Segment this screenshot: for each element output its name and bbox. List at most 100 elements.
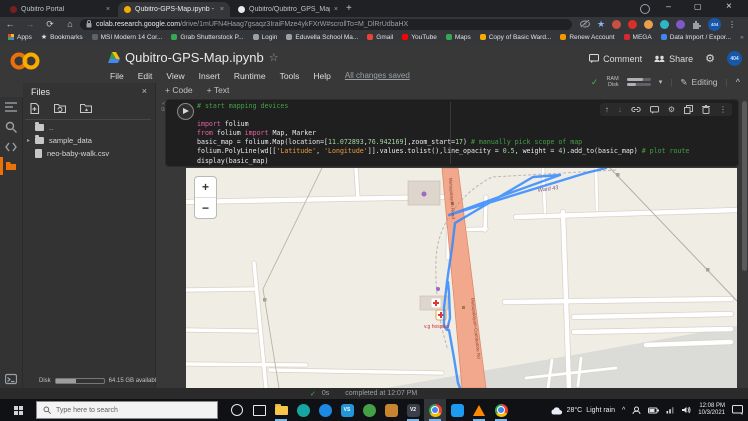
bookmark-star-icon[interactable]: ★ bbox=[597, 19, 605, 30]
hospital-marker[interactable] bbox=[430, 297, 442, 309]
extension-icon[interactable] bbox=[612, 19, 622, 29]
extension-icon[interactable] bbox=[644, 19, 654, 29]
taskbar-app-vscode[interactable]: VS bbox=[336, 399, 358, 421]
new-tab-button[interactable]: + bbox=[346, 3, 352, 14]
link-icon[interactable] bbox=[631, 106, 641, 114]
bookmark-item[interactable]: Gmail bbox=[367, 34, 393, 41]
cell-more-menu-icon[interactable]: ⋮ bbox=[719, 105, 727, 114]
colab-profile-avatar[interactable]: 404 bbox=[727, 51, 742, 66]
tab-qubitro-portal[interactable]: Qubitro Portal × bbox=[4, 2, 116, 17]
volume-tray-icon[interactable] bbox=[682, 406, 691, 414]
editing-mode-button[interactable]: ✎ Editing bbox=[680, 77, 717, 88]
menu-tools[interactable]: Tools bbox=[280, 71, 300, 81]
network-tray-icon[interactable] bbox=[666, 406, 675, 414]
collapse-header-icon[interactable]: ^ bbox=[736, 77, 740, 87]
cell-settings-gear-icon[interactable]: ⚙ bbox=[668, 105, 675, 114]
taskbar-app-twitter[interactable] bbox=[446, 399, 468, 421]
taskbar-app-blue-sphere-app[interactable] bbox=[314, 399, 336, 421]
taskbar-search-input[interactable]: Type here to search bbox=[36, 401, 218, 419]
refresh-folder-icon[interactable] bbox=[54, 103, 66, 114]
star-notebook-icon[interactable]: ☆ bbox=[269, 51, 279, 64]
task-view-button[interactable] bbox=[248, 399, 270, 421]
expand-arrow-icon[interactable]: ▸ bbox=[27, 137, 30, 144]
taskbar-app-v2-app[interactable]: V2 bbox=[402, 399, 424, 421]
extension-icon[interactable] bbox=[628, 19, 638, 29]
back-icon[interactable]: ← bbox=[0, 19, 20, 29]
move-cell-up-icon[interactable]: ↑ bbox=[605, 105, 609, 114]
add-text-button[interactable]: + Text bbox=[207, 85, 230, 95]
bookmark-item[interactable]: Grab Shutterstock P... bbox=[171, 34, 244, 41]
all-changes-saved-link[interactable]: All changes saved bbox=[345, 71, 410, 81]
resources-dropdown-icon[interactable]: ▾ bbox=[659, 78, 663, 86]
hidden-eye-icon[interactable] bbox=[580, 20, 590, 28]
reload-icon[interactable]: ⟳ bbox=[40, 19, 60, 30]
menu-help[interactable]: Help bbox=[313, 71, 330, 81]
tray-expand-chevron[interactable]: ^ bbox=[622, 407, 625, 414]
bookmark-item[interactable]: Apps bbox=[8, 34, 32, 41]
window-close-button[interactable]: × bbox=[726, 1, 732, 12]
start-button[interactable] bbox=[0, 399, 36, 421]
bookmark-item[interactable]: Data Import / Expor... bbox=[660, 34, 731, 41]
menu-edit[interactable]: Edit bbox=[138, 71, 153, 81]
menu-insert[interactable]: Insert bbox=[199, 71, 220, 81]
folium-map[interactable]: Ward 43 Mettupalayam Road Mettupalayam-C… bbox=[186, 168, 737, 388]
zoom-in-button[interactable]: + bbox=[195, 177, 216, 198]
tab-github-notebook[interactable]: Qubitro/Qubitro_GPS_Map.ipynb × bbox=[232, 2, 344, 17]
browser-menu-icon[interactable]: ⋮ bbox=[728, 20, 736, 29]
zoom-out-button[interactable]: − bbox=[195, 198, 216, 218]
menu-view[interactable]: View bbox=[166, 71, 184, 81]
bookmark-item[interactable]: MEGA bbox=[623, 34, 652, 41]
bookmark-item[interactable]: Eduvella School Ma... bbox=[286, 34, 358, 41]
terminal-icon[interactable] bbox=[5, 373, 17, 385]
tab-close-icon[interactable]: × bbox=[334, 6, 338, 13]
taskbar-app-teal-cam-app[interactable] bbox=[292, 399, 314, 421]
notebook-title[interactable]: Qubitro-GPS-Map.ipynb bbox=[125, 50, 264, 65]
files-panel-close-icon[interactable]: × bbox=[142, 86, 147, 96]
address-bar[interactable]: colab.research.google.com/drive/1mUFN4Ha… bbox=[80, 18, 572, 30]
code-cell[interactable]: # start mapping devices import folium fro… bbox=[165, 99, 739, 167]
bookmark-item[interactable]: MSI Modern 14 Cor... bbox=[91, 34, 162, 41]
taskbar-app-vlc[interactable] bbox=[468, 399, 490, 421]
bookmark-item[interactable]: Maps bbox=[445, 34, 471, 41]
tab-audio-icon[interactable] bbox=[640, 4, 650, 14]
files-icon[interactable] bbox=[5, 160, 17, 172]
upload-file-icon[interactable] bbox=[29, 103, 40, 114]
mount-drive-icon[interactable] bbox=[80, 103, 92, 114]
add-comment-icon[interactable] bbox=[649, 105, 659, 114]
home-icon[interactable]: ⌂ bbox=[60, 19, 80, 29]
cortana-button[interactable] bbox=[226, 399, 248, 421]
search-icon[interactable] bbox=[5, 121, 17, 133]
table-of-contents-icon[interactable] bbox=[5, 101, 17, 113]
code-snippets-icon[interactable] bbox=[5, 141, 17, 153]
notebook-scrollbar[interactable] bbox=[742, 99, 747, 385]
comment-button[interactable]: Comment bbox=[589, 54, 642, 64]
weather-widget[interactable]: 28°C Light rain bbox=[551, 406, 615, 415]
taskbar-app-chrome[interactable] bbox=[424, 399, 446, 421]
resource-meters[interactable] bbox=[626, 78, 651, 86]
move-cell-down-icon[interactable]: ↓ bbox=[618, 105, 622, 114]
delete-cell-icon[interactable] bbox=[702, 105, 710, 114]
settings-gear-icon[interactable]: ⚙ bbox=[705, 52, 715, 65]
bookmark-item[interactable]: ★ Bookmarks bbox=[41, 33, 83, 42]
taskbar-app-chrome-profile[interactable] bbox=[490, 399, 512, 421]
battery-tray-icon[interactable] bbox=[648, 407, 660, 414]
extension-icon[interactable] bbox=[660, 19, 670, 29]
menu-file[interactable]: File bbox=[110, 71, 124, 81]
taskbar-app-file-explorer[interactable] bbox=[270, 399, 292, 421]
share-button[interactable]: Share bbox=[654, 54, 693, 64]
taskbar-app-green-cam-app[interactable] bbox=[358, 399, 380, 421]
menu-runtime[interactable]: Runtime bbox=[234, 71, 266, 81]
onedrive-tray-icon[interactable] bbox=[632, 406, 641, 415]
map-output[interactable]: Ward 43 Mettupalayam Road Mettupalayam-C… bbox=[186, 168, 737, 388]
window-minimize-button[interactable]: – bbox=[666, 1, 671, 11]
parent-folder-row[interactable]: .. bbox=[35, 122, 53, 132]
bookmark-item[interactable]: YouTube bbox=[402, 34, 437, 41]
bookmark-item[interactable]: Copy of Basic Ward... bbox=[479, 34, 551, 41]
run-cell-button[interactable] bbox=[177, 103, 194, 120]
bookmark-item[interactable]: Login bbox=[252, 34, 277, 41]
taskbar-app-owl-app[interactable] bbox=[380, 399, 402, 421]
extension-icon[interactable] bbox=[676, 19, 686, 29]
browser-profile-avatar[interactable]: 404 bbox=[708, 17, 722, 31]
extensions-puzzle-icon[interactable] bbox=[692, 20, 702, 29]
sample-data-folder-row[interactable]: ▸ sample_data bbox=[27, 135, 92, 145]
